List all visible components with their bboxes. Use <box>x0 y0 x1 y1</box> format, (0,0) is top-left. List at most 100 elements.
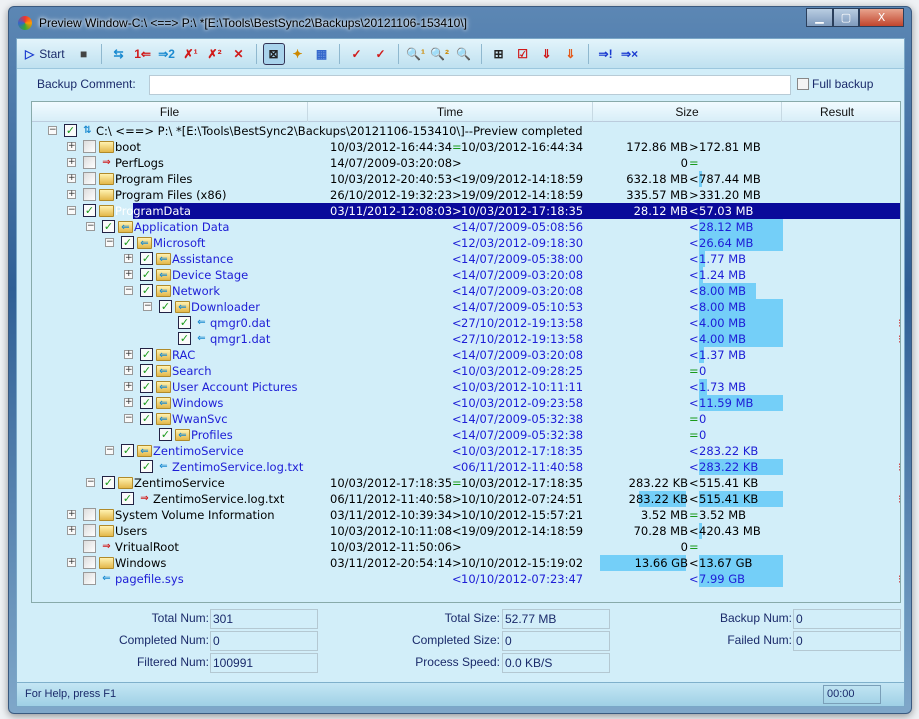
row-checkbox[interactable]: ✓ <box>159 300 172 313</box>
row-checkbox[interactable]: ✓ <box>121 492 134 505</box>
check-button[interactable]: ✓ <box>346 43 368 65</box>
row-checkbox[interactable] <box>83 172 96 185</box>
row-checkbox[interactable] <box>83 508 96 521</box>
tree-row[interactable]: ✓⇐qmgr0.dat<27/10/2012-19:13:58<4.00 MB⁝ <box>32 315 900 331</box>
row-checkbox[interactable] <box>83 156 96 169</box>
next-error-button[interactable]: ⇒! <box>595 43 617 65</box>
collapse-icon[interactable]: − <box>124 414 133 423</box>
stop-button[interactable]: ■ <box>73 43 95 65</box>
column-time[interactable]: Time <box>308 105 592 119</box>
find-2-button[interactable]: 🔍² <box>429 43 451 65</box>
start-button[interactable]: ▷ Start <box>25 43 71 65</box>
collapse-icon[interactable]: − <box>105 238 114 247</box>
expand-icon[interactable]: + <box>124 382 133 391</box>
expand-icon[interactable]: + <box>67 174 76 183</box>
backup-comment-input[interactable] <box>149 75 791 95</box>
row-checkbox[interactable]: ✓ <box>140 348 153 361</box>
expand-icon[interactable]: + <box>124 398 133 407</box>
row-checkbox[interactable] <box>83 540 96 553</box>
row-checkbox[interactable]: ✓ <box>121 236 134 249</box>
expand-icon[interactable]: + <box>67 558 76 567</box>
tree-row[interactable]: + ✓ ⇐ RAC <14/07/2009-03:20:08 <1.37 MB <box>32 347 900 363</box>
tree-row[interactable]: − ✓ ⇅ C:\ <==> P:\ *[E:\Tools\BestSync2\Bac… <box>32 123 900 139</box>
expand-icon[interactable]: + <box>124 350 133 359</box>
collapse-icon[interactable]: − <box>67 206 76 215</box>
tree-row[interactable]: + boot 10/03/2012-16:44:34 = 10/03/2012-16:4… <box>32 139 900 155</box>
tree-button[interactable]: ⊞ <box>488 43 510 65</box>
row-checkbox[interactable]: ✓ <box>140 460 153 473</box>
row-checkbox[interactable]: ✓ <box>140 252 153 265</box>
delete-2-button[interactable]: ✗² <box>204 43 226 65</box>
row-checkbox[interactable]: ✓ <box>121 444 134 457</box>
tree-row[interactable]: ✓ ⇒ ZentimoService.log.txt 06/11/2012-11:40… <box>32 491 900 507</box>
expand-icon[interactable]: + <box>67 190 76 199</box>
collapse-icon[interactable]: − <box>86 478 95 487</box>
tree-row[interactable]: + ✓ ⇐ Device Stage <14/07/2009-03:20:08 <1.24… <box>32 267 900 283</box>
row-checkbox[interactable]: ✓ <box>102 220 115 233</box>
tree-row[interactable]: − ✓ ⇐ Application Data <14/07/2009-05:08:56 <… <box>32 219 900 235</box>
column-result[interactable]: Result <box>782 105 892 119</box>
preview-all-button[interactable]: ▦ <box>311 43 333 65</box>
select-all-button[interactable]: ☑ <box>512 43 534 65</box>
row-checkbox[interactable] <box>83 140 96 153</box>
tree-row[interactable]: + Program Files (x86) 26/10/2012-19:32:23 >… <box>32 187 900 203</box>
row-checkbox[interactable]: ✓ <box>83 204 96 217</box>
tree-row[interactable]: ⇒ VritualRoot 10/03/2012-11:50:06 >0 = <box>32 539 900 555</box>
tree-row[interactable]: + System Volume Information 03/11/2012-10:… <box>32 507 900 523</box>
delete-button[interactable]: ✕ <box>228 43 250 65</box>
row-checkbox[interactable]: ✓ <box>140 380 153 393</box>
move-down-file-button[interactable]: ⇓ <box>560 43 582 65</box>
tree-row[interactable]: − ✓ ⇐ Downloader <14/07/2009-05:10:53 <8.00 M… <box>32 299 900 315</box>
checkbox-box[interactable] <box>797 78 809 90</box>
expand-icon[interactable]: + <box>67 526 76 535</box>
row-checkbox[interactable]: ✓ <box>140 284 153 297</box>
tree-row[interactable]: + ✓ ⇐ Search <10/03/2012-09:28:25 = 0 <box>32 363 900 379</box>
minimize-button[interactable]: ▁ <box>806 8 833 27</box>
column-size[interactable]: Size <box>593 105 781 119</box>
row-checkbox[interactable]: ✓ <box>178 332 191 345</box>
row-checkbox[interactable] <box>83 572 96 585</box>
collapse-icon[interactable]: − <box>105 446 114 455</box>
find-file-button[interactable]: 🔍 <box>453 43 475 65</box>
expand-icon[interactable]: + <box>124 366 133 375</box>
tree-row[interactable]: + Windows 03/11/2012-20:54:14 >10/10/2012-1… <box>32 555 900 571</box>
next-skip-button[interactable]: ⇒× <box>619 43 641 65</box>
tree-row[interactable]: + ✓ ⇐ Assistance <14/07/2009-05:38:00 <1.77 M… <box>32 251 900 267</box>
tree-row[interactable]: + ✓ ⇐ Windows <10/03/2012-09:23:58 <11.59 MB <box>32 395 900 411</box>
tree-row[interactable]: + ✓ ⇐ User Account Pictures <10/03/2012-10:1… <box>32 379 900 395</box>
tree-row[interactable]: − ✓ ProgramData 03/11/2012-12:08:03 >10/03/2… <box>32 203 900 219</box>
expand-icon[interactable]: + <box>67 142 76 151</box>
row-checkbox[interactable] <box>83 524 96 537</box>
uncheck-button[interactable]: ✓ <box>370 43 392 65</box>
find-1-button[interactable]: 🔍¹ <box>405 43 427 65</box>
tree-row[interactable]: − ✓ ⇐ WwanSvc <14/07/2009-05:32:38 = 0 <box>32 411 900 427</box>
sync-both-button[interactable]: ⇆ <box>108 43 130 65</box>
row-checkbox[interactable]: ✓ <box>178 316 191 329</box>
row-checkbox[interactable] <box>83 188 96 201</box>
expand-icon[interactable]: + <box>67 510 76 519</box>
tree-row[interactable]: ⇐ pagefile.sys <10/10/2012-07:23:47 <7.99 G… <box>32 571 900 587</box>
row-checkbox[interactable]: ✓ <box>102 476 115 489</box>
tree-row[interactable]: − ✓ ⇐ Microsoft <12/03/2012-09:18:30 <26.64 M… <box>32 235 900 251</box>
row-checkbox[interactable]: ✓ <box>140 364 153 377</box>
column-file[interactable]: File <box>32 105 307 119</box>
collapse-icon[interactable]: − <box>86 222 95 231</box>
tree-row[interactable]: + ⇒ PerfLogs 14/07/2009-03:20:08 >0 = <box>32 155 900 171</box>
collapse-icon[interactable]: − <box>143 302 152 311</box>
collapse-icon[interactable]: − <box>48 126 57 135</box>
row-checkbox[interactable]: ✓ <box>140 268 153 281</box>
row-checkbox[interactable]: ✓ <box>159 428 172 441</box>
expand-icon[interactable]: + <box>67 158 76 167</box>
expand-icon[interactable]: + <box>124 270 133 279</box>
tree-row[interactable]: − ✓ ⇐ ZentimoService <10/03/2012-17:18:35 <28… <box>32 443 900 459</box>
tree-row[interactable]: ✓ ⇐ ZentimoService.log.txt <06/11/2012-11:4… <box>32 459 900 475</box>
tree-row[interactable]: − ✓ ZentimoService 10/03/2012-17:18:35 = 10/0… <box>32 475 900 491</box>
delete-1-button[interactable]: ✗¹ <box>180 43 202 65</box>
sync-to-2-button[interactable]: ⇒2 <box>156 43 178 65</box>
expand-icon[interactable]: + <box>124 254 133 263</box>
collapse-icon[interactable]: − <box>124 286 133 295</box>
tree-row[interactable]: − ✓ ⇐ Network <14/07/2009-03:20:08 <8.00 MB <box>32 283 900 299</box>
close-button[interactable]: X <box>859 8 904 27</box>
tree-row[interactable]: + Program Files 10/03/2012-20:40:53 <19/09/… <box>32 171 900 187</box>
maximize-button[interactable]: ▢ <box>833 8 859 27</box>
